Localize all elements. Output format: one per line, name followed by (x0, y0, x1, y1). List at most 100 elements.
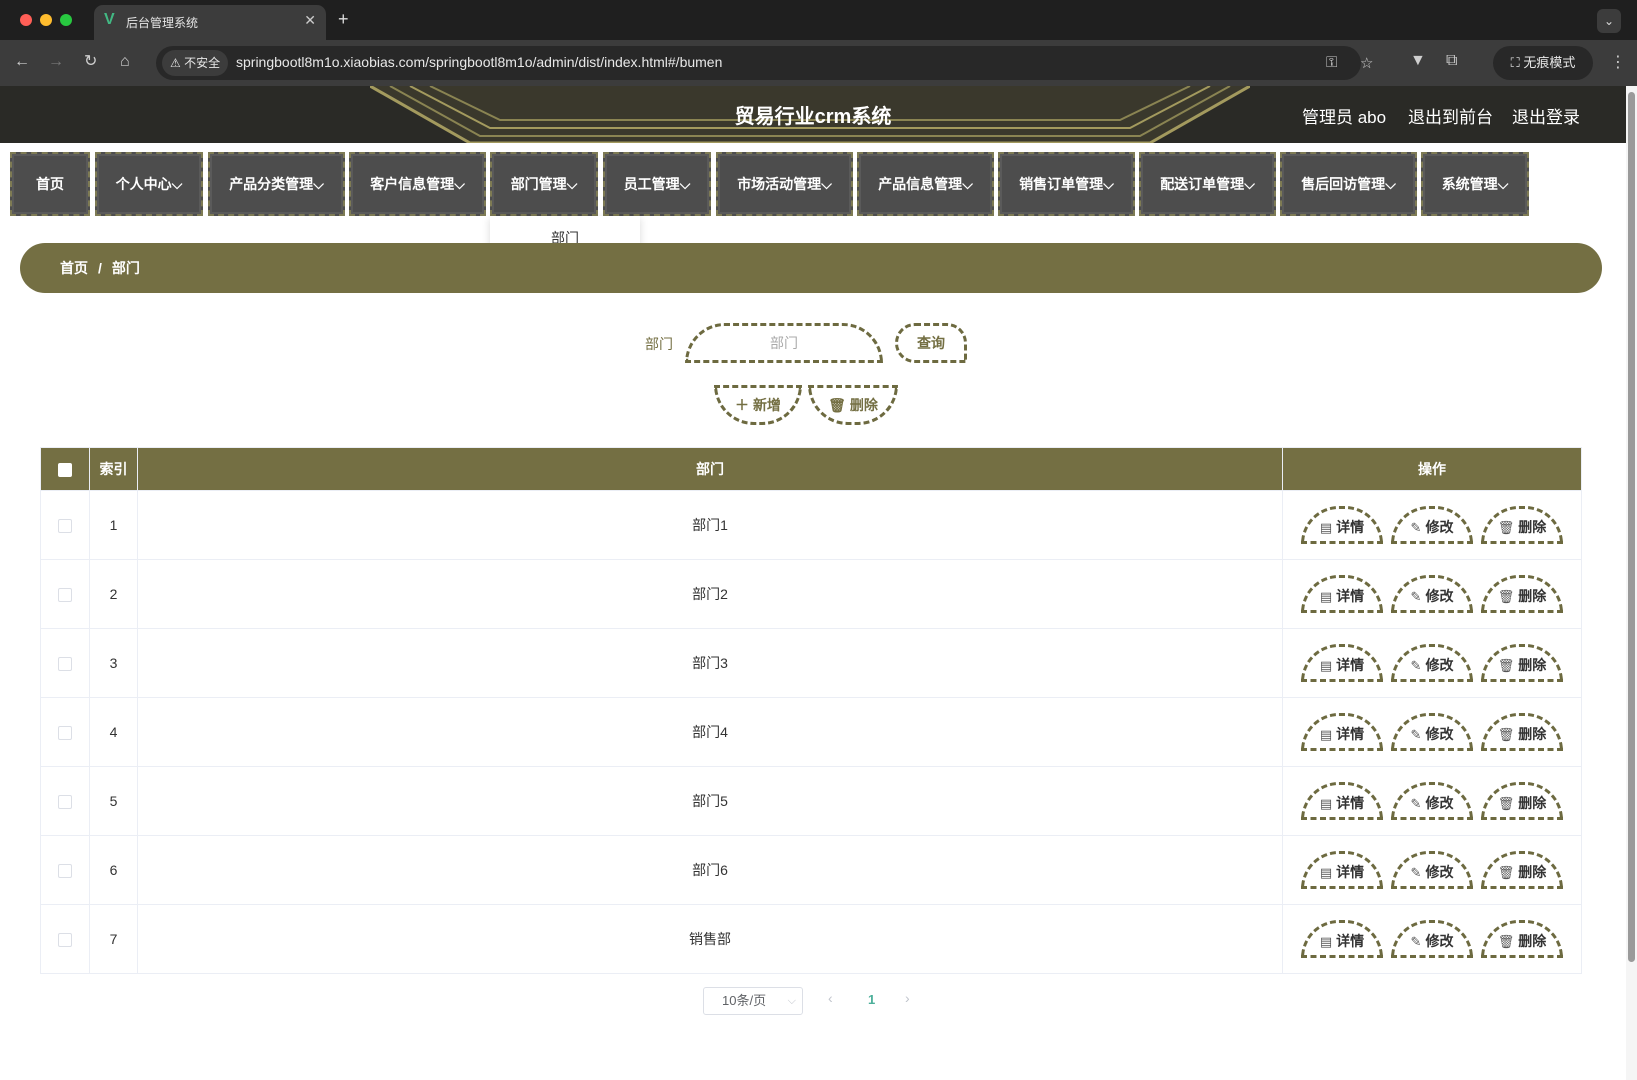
menu-item-marketing[interactable]: 市场活动管理⌵ (716, 152, 853, 216)
menu-item-label: 产品分类管理 (229, 176, 314, 192)
query-button[interactable]: 查询 (895, 323, 967, 363)
close-window-icon[interactable] (20, 14, 32, 26)
detail-label: 详情 (1336, 864, 1365, 880)
detail-button[interactable]: ▤ 详情 (1301, 713, 1383, 751)
menu-item-delivery-order[interactable]: 配送订单管理⌵ (1139, 152, 1276, 216)
browser-tab-bar: V 后台管理系统 ✕ + ⌄ (0, 0, 1637, 40)
row-checkbox[interactable] (58, 933, 72, 948)
incognito-indicator[interactable]: ⛶ 无痕模式 (1493, 46, 1593, 80)
row-select-cell (40, 697, 90, 767)
browser-toolbar: ← → ↻ ⌂ ⚠ 不安全 springbootl8m1o.xiaobias.c… (0, 40, 1637, 86)
detail-button[interactable]: ▤ 详情 (1301, 506, 1383, 544)
row-checkbox[interactable] (58, 864, 72, 879)
edit-button[interactable]: ✎ 修改 (1391, 851, 1473, 889)
url-text[interactable]: springbootl8m1o.xiaobias.com/springbootl… (236, 54, 722, 70)
detail-button[interactable]: ▤ 详情 (1301, 851, 1383, 889)
delete-button[interactable]: 🗑 删除 (1481, 851, 1563, 889)
delete-button[interactable]: 🗑 删除 (1481, 920, 1563, 958)
edit-button[interactable]: ✎ 修改 (1391, 782, 1473, 820)
detail-button[interactable]: ▤ 详情 (1301, 782, 1383, 820)
row-checkbox[interactable] (58, 588, 72, 603)
logout-link[interactable]: 退出登录 (1512, 103, 1580, 128)
new-tab-icon[interactable]: + (338, 9, 349, 30)
edit-button[interactable]: ✎ 修改 (1391, 506, 1473, 544)
menu-item-personal-center[interactable]: 个人中心⌵ (95, 152, 203, 216)
edit-label: 修改 (1425, 657, 1454, 673)
row-department-name: 部门5 (137, 766, 1283, 836)
browser-tab[interactable]: V 后台管理系统 ✕ (94, 5, 326, 40)
row-checkbox[interactable] (58, 795, 72, 810)
delete-label: 删除 (1518, 933, 1547, 949)
edit-label: 修改 (1425, 933, 1454, 949)
vue-devtools-icon[interactable]: ▼ (1410, 52, 1426, 70)
minimize-window-icon[interactable] (40, 14, 52, 26)
chevron-down-icon: ⌵ (962, 176, 973, 192)
chevron-down-icon: ⌵ (1103, 176, 1114, 192)
row-checkbox[interactable] (58, 519, 72, 534)
bookmark-star-icon[interactable]: ☆ (1360, 54, 1373, 72)
menu-item-home[interactable]: 首页 (10, 152, 90, 216)
menu-item-label: 配送订单管理 (1160, 176, 1245, 192)
add-button[interactable]: ＋ 新增 (714, 385, 802, 425)
row-checkbox[interactable] (58, 657, 72, 672)
breadcrumb: 首页 / 部门 (20, 243, 1602, 293)
menu-item-product-info[interactable]: 产品信息管理⌵ (857, 152, 994, 216)
breadcrumb-home[interactable]: 首页 (60, 260, 88, 276)
chevron-down-icon: ⌵ (171, 176, 183, 192)
edit-button[interactable]: ✎ 修改 (1391, 575, 1473, 613)
menu-item-sales-order[interactable]: 销售订单管理⌵ (998, 152, 1135, 216)
tab-close-icon[interactable]: ✕ (304, 12, 316, 29)
row-select-cell (40, 766, 90, 836)
vue-favicon-icon: V (104, 11, 115, 28)
reload-icon[interactable]: ↻ (84, 52, 97, 72)
page-size-select[interactable]: 10条/页 ⌵ (703, 987, 803, 1015)
forward-icon[interactable]: → (48, 52, 64, 72)
exit-to-front-link[interactable]: 退出到前台 (1408, 103, 1493, 128)
tab-search-icon[interactable]: ⌄ (1597, 9, 1621, 33)
edit-label: 修改 (1425, 588, 1454, 604)
address-bar[interactable]: ⚠ 不安全 springbootl8m1o.xiaobias.com/sprin… (156, 46, 1373, 80)
prev-page-icon[interactable]: ‹ (828, 990, 833, 1006)
menu-item-department[interactable]: 部门管理⌵ (490, 152, 598, 216)
menu-item-label: 首页 (36, 176, 64, 192)
department-search-input[interactable]: 部门 (685, 323, 883, 363)
edit-button[interactable]: ✎ 修改 (1391, 644, 1473, 682)
row-checkbox[interactable] (58, 726, 72, 741)
delete-button[interactable]: 🗑 删除 (1481, 644, 1563, 682)
detail-button[interactable]: ▤ 详情 (1301, 644, 1383, 682)
home-icon[interactable]: ⌂ (120, 52, 130, 72)
delete-button[interactable]: 🗑 删除 (1481, 782, 1563, 820)
menu-item-label: 个人中心 (115, 176, 172, 192)
more-menu-icon[interactable]: ⋮ (1610, 52, 1626, 72)
delete-button[interactable]: 🗑 删除 (1481, 713, 1563, 751)
pencil-icon: ✎ (1410, 589, 1422, 604)
menu-item-product-category[interactable]: 产品分类管理⌵ (208, 152, 345, 216)
row-actions: ▤ 详情 ✎ 修改 🗑 删除 (1282, 559, 1582, 629)
menu-item-label: 售后回访管理 (1301, 176, 1386, 192)
delete-button[interactable]: 🗑 删除 (1481, 506, 1563, 544)
extensions-icon[interactable]: ⧉ (1446, 52, 1457, 70)
detail-button[interactable]: ▤ 详情 (1301, 575, 1383, 613)
edit-button[interactable]: ✎ 修改 (1391, 713, 1473, 751)
page-scrollbar[interactable] (1626, 86, 1637, 1080)
password-key-icon[interactable]: ⚿ (1326, 54, 1337, 71)
menu-item-customer-info[interactable]: 客户信息管理⌵ (349, 152, 486, 216)
menu-item-after-sales[interactable]: 售后回访管理⌵ (1280, 152, 1417, 216)
batch-delete-button[interactable]: 🗑 删除 (808, 385, 898, 425)
detail-button[interactable]: ▤ 详情 (1301, 920, 1383, 958)
current-page[interactable]: 1 (868, 992, 875, 1007)
menu-item-employee[interactable]: 员工管理⌵ (603, 152, 711, 216)
menu-item-system[interactable]: 系统管理⌵ (1421, 152, 1529, 216)
select-all-cell (40, 447, 90, 491)
delete-button[interactable]: 🗑 删除 (1481, 575, 1563, 613)
security-indicator[interactable]: ⚠ 不安全 (162, 50, 229, 76)
row-index: 5 (89, 766, 138, 836)
back-icon[interactable]: ← (14, 52, 30, 72)
row-index: 4 (89, 697, 138, 767)
scrollbar-thumb[interactable] (1628, 92, 1635, 962)
select-all-checkbox[interactable] (58, 463, 72, 478)
next-page-icon[interactable]: › (905, 990, 910, 1006)
maximize-window-icon[interactable] (60, 14, 72, 26)
row-actions: ▤ 详情 ✎ 修改 🗑 删除 (1282, 766, 1582, 836)
edit-button[interactable]: ✎ 修改 (1391, 920, 1473, 958)
